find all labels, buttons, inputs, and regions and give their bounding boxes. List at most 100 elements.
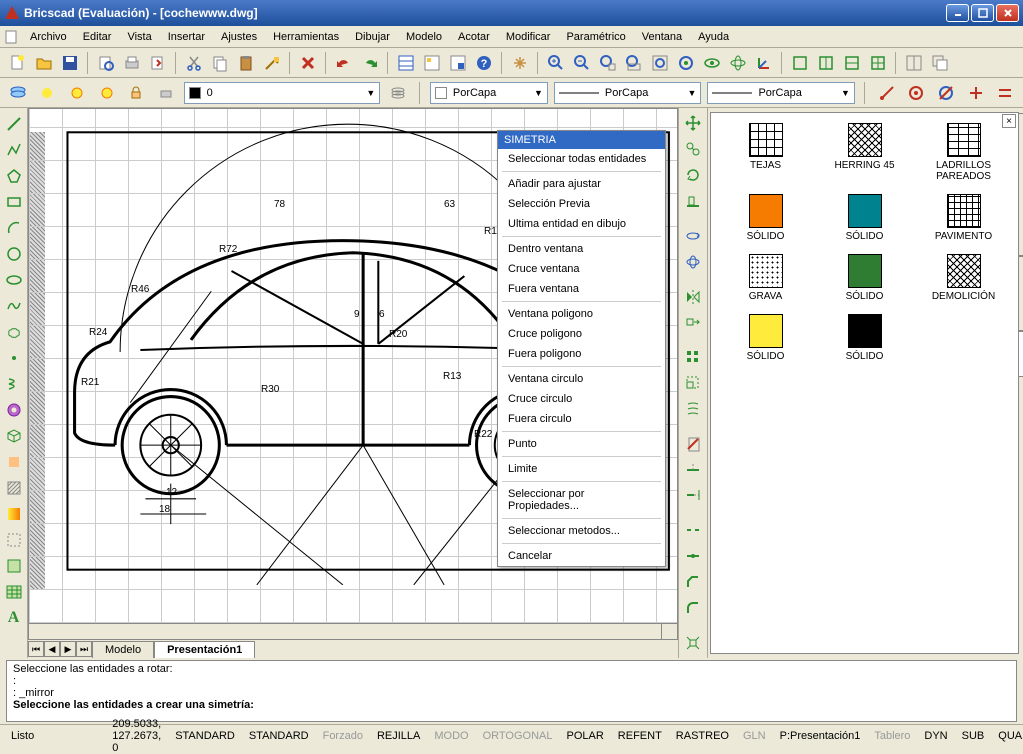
rotate3d-tool[interactable] [681, 224, 705, 247]
pattern-item[interactable]: DEMOLICIÓN [917, 254, 1010, 302]
layer-print-icon[interactable] [154, 81, 178, 105]
linetype-combo[interactable]: PorCapa ▼ [554, 82, 702, 104]
redo-button[interactable] [358, 51, 382, 75]
ctx-item[interactable]: Fuera circulo [498, 409, 665, 429]
zoom-out-button[interactable] [570, 51, 594, 75]
rectangle-tool[interactable] [2, 190, 26, 214]
tab-prev[interactable]: ◀ [44, 641, 60, 657]
constraint5-button[interactable] [993, 81, 1017, 105]
help-button[interactable]: ? [472, 51, 496, 75]
align-tool[interactable] [681, 190, 705, 213]
status-std1[interactable]: STANDARD [170, 730, 240, 742]
pan-button[interactable] [508, 51, 532, 75]
ctx-item[interactable]: Cruce poligono [498, 324, 665, 344]
menu-herramientas[interactable]: Herramientas [265, 28, 347, 46]
region-tool[interactable] [2, 554, 26, 578]
break-tool[interactable] [681, 519, 705, 542]
vtab-hatches[interactable]: Sombreados [1018, 256, 1023, 331]
status-refent[interactable]: REFENT [613, 730, 667, 742]
copy-tool[interactable] [681, 138, 705, 161]
menu-ayuda[interactable]: Ayuda [690, 28, 737, 46]
constraint2-button[interactable] [905, 81, 929, 105]
pattern-item[interactable]: SÓLIDO [719, 314, 812, 362]
print-preview-button[interactable] [94, 51, 118, 75]
menu-ventana[interactable]: Ventana [634, 28, 690, 46]
layers-stack-icon[interactable] [386, 81, 410, 105]
pattern-item[interactable]: SÓLIDO [818, 194, 911, 242]
join-tool[interactable] [681, 545, 705, 568]
ctx-item[interactable]: Cancelar [498, 546, 665, 566]
chamfer-tool[interactable] [681, 571, 705, 594]
status-quad[interactable]: QUAD [993, 730, 1023, 742]
ctx-item[interactable]: Cruce circulo [498, 389, 665, 409]
tab-first[interactable]: ⏮ [28, 641, 44, 657]
pattern-item[interactable]: SÓLIDO [719, 194, 812, 242]
tab-layout1[interactable]: Presentación1 [154, 641, 255, 658]
menu-modificar[interactable]: Modificar [498, 28, 559, 46]
constraint1-button[interactable] [875, 81, 899, 105]
status-modo[interactable]: MODO [429, 730, 473, 742]
layer-freeze2-icon[interactable] [95, 81, 119, 105]
arc-tool[interactable] [2, 216, 26, 240]
window-cascade-button[interactable] [928, 51, 952, 75]
status-sub[interactable]: SUB [957, 730, 990, 742]
color-combo[interactable]: PorCapa ▼ [430, 82, 548, 104]
ctx-item[interactable]: Seleccionar metodos... [498, 521, 665, 541]
print-button[interactable] [120, 51, 144, 75]
ctx-item[interactable]: Fuera ventana [498, 279, 665, 299]
pattern-item[interactable]: LADRILLOS PAREADOS [917, 123, 1010, 182]
ctx-item[interactable]: Punto [498, 434, 665, 454]
menu-paramétrico[interactable]: Paramétrico [558, 28, 633, 46]
pattern-item[interactable]: PAVIMENTO [917, 194, 1010, 242]
zoom-in-button[interactable] [544, 51, 568, 75]
menu-vista[interactable]: Vista [119, 28, 159, 46]
ctx-item[interactable]: Limite [498, 459, 665, 479]
menu-acotar[interactable]: Acotar [450, 28, 498, 46]
pattern-item[interactable]: HERRING 45 [818, 123, 911, 182]
new-button[interactable] [6, 51, 30, 75]
boundary-tool[interactable] [2, 528, 26, 552]
pattern-item[interactable]: TEJAS [719, 123, 812, 182]
open-button[interactable] [32, 51, 56, 75]
window-tile-button[interactable] [902, 51, 926, 75]
stretch-tool[interactable] [681, 311, 705, 334]
status-std2[interactable]: STANDARD [244, 730, 314, 742]
command-line[interactable]: Seleccione las entidades a rotar: : : _m… [6, 660, 1017, 722]
ctx-item[interactable]: Fuera poligono [498, 344, 665, 364]
status-gln[interactable]: GLN [738, 730, 771, 742]
array-tool[interactable] [681, 346, 705, 369]
lineweight-combo[interactable]: PorCapa ▼ [707, 82, 855, 104]
polyline-tool[interactable] [2, 138, 26, 162]
block-tool[interactable] [2, 424, 26, 448]
scale-tool[interactable] [681, 372, 705, 395]
status-rastreo[interactable]: RASTREO [671, 730, 734, 742]
menu-archivo[interactable]: Archivo [22, 28, 75, 46]
table-tool[interactable] [2, 580, 26, 604]
ctx-item[interactable]: Cruce ventana [498, 259, 665, 279]
status-layout[interactable]: P:Presentación1 [775, 730, 866, 742]
layer-on-icon[interactable] [36, 81, 60, 105]
minimize-button[interactable] [946, 4, 969, 22]
donut-tool[interactable] [2, 398, 26, 422]
undo-button[interactable] [332, 51, 356, 75]
status-coords[interactable]: 209.5033, 127.2673, 0 [107, 718, 166, 754]
zoom-extents-button[interactable] [596, 51, 620, 75]
polygon-tool[interactable] [2, 164, 26, 188]
ucs-button[interactable] [752, 51, 776, 75]
properties-button[interactable] [394, 51, 418, 75]
view-button[interactable] [700, 51, 724, 75]
orbit-button[interactable] [726, 51, 750, 75]
close-button[interactable] [996, 4, 1019, 22]
ctx-item[interactable]: Ventana poligono [498, 304, 665, 324]
layer-lock-icon[interactable] [124, 81, 148, 105]
zoom-window-button[interactable] [622, 51, 646, 75]
mtext-tool[interactable]: A [2, 606, 26, 630]
hatch-tool[interactable] [2, 476, 26, 500]
layout-nav2-button[interactable] [814, 51, 838, 75]
erase-tool[interactable] [681, 432, 705, 455]
menu-modelo[interactable]: Modelo [398, 28, 450, 46]
pattern-item[interactable]: GRAVA [719, 254, 812, 302]
maximize-button[interactable] [971, 4, 994, 22]
pattern-item[interactable]: SÓLIDO [818, 254, 911, 302]
ctx-item[interactable]: Selección Previa [498, 194, 665, 214]
